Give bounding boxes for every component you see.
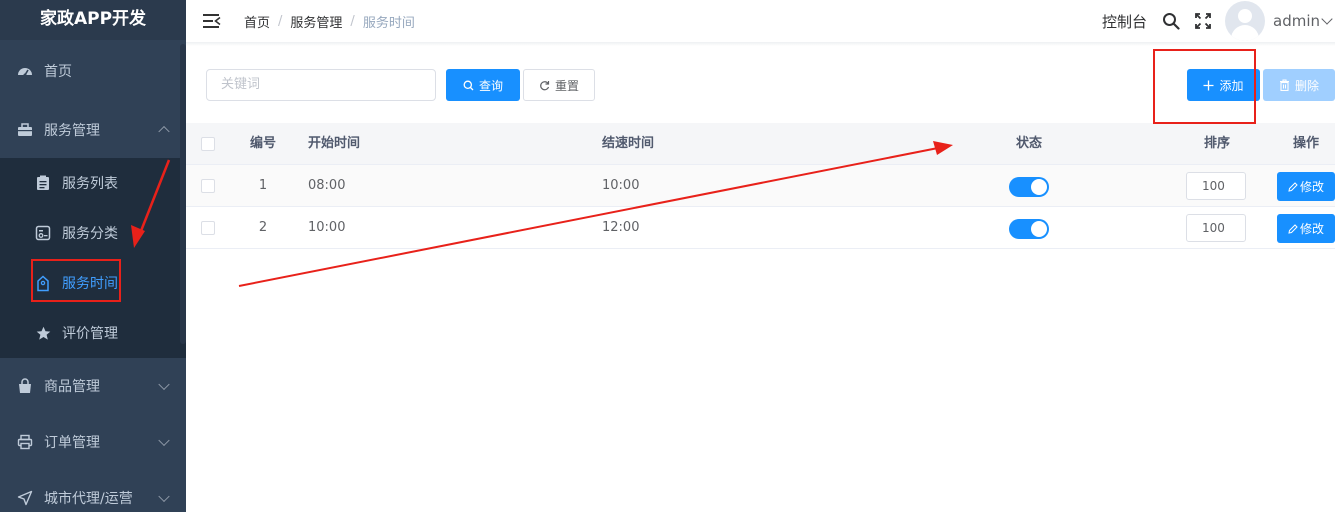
- sidebar-item-label: 城市代理/运营: [44, 491, 133, 507]
- edit-button-label: 修改: [1299, 180, 1324, 194]
- query-button-label: 查询: [478, 78, 503, 93]
- row-id: 1: [258, 178, 268, 193]
- edit-icon: [1288, 181, 1298, 192]
- clipboard-icon: [34, 174, 52, 192]
- column-header-operation: 操作: [1292, 136, 1319, 151]
- delete-button-label: 删除: [1294, 78, 1319, 93]
- select-all-checkbox[interactable]: [201, 137, 215, 151]
- console-link[interactable]: 控制台: [1102, 11, 1147, 32]
- printer-icon: [16, 433, 34, 451]
- breadcrumb-home[interactable]: 首页: [244, 12, 270, 31]
- breadcrumb-separator: /: [350, 13, 355, 29]
- sidebar-item-label: 订单管理: [44, 435, 100, 451]
- status-toggle[interactable]: [1009, 177, 1049, 197]
- column-header-id: 编号: [249, 136, 276, 151]
- sidebar-item-order-management[interactable]: 订单管理: [0, 414, 186, 470]
- column-header-status: 状态: [1015, 136, 1042, 151]
- trash-icon: [1279, 79, 1290, 91]
- top-header: 首页 / 服务管理 / 服务时间 控制台 admin: [186, 0, 1335, 42]
- refresh-icon: [539, 80, 550, 91]
- sort-input[interactable]: 100: [1186, 214, 1246, 242]
- search-icon[interactable]: [1161, 11, 1181, 31]
- sidebar-item-service-category[interactable]: 服务分类: [0, 208, 186, 258]
- chevron-down-icon[interactable]: [1321, 12, 1333, 25]
- avatar[interactable]: [1225, 1, 1265, 41]
- breadcrumb-service-management[interactable]: 服务管理: [290, 12, 342, 31]
- breadcrumb-current: 服务时间: [362, 15, 415, 31]
- row-checkbox[interactable]: [201, 179, 215, 193]
- app-logo: 家政APP开发: [0, 0, 186, 40]
- sidebar-item-product-management[interactable]: 商品管理: [0, 358, 186, 414]
- reset-button[interactable]: 重置: [523, 69, 595, 101]
- row-start-time: 10:00: [308, 220, 346, 235]
- sidebar-item-label: 服务管理: [44, 123, 100, 139]
- row-end-time: 10:00: [602, 178, 640, 193]
- sidebar: 家政APP开发 首页 服务管理 服务列表 服务分类 服务时间 评价管理 商品管理…: [0, 0, 186, 512]
- username[interactable]: admin: [1273, 12, 1320, 30]
- chevron-up-icon: [158, 125, 170, 138]
- sidebar-item-service-list[interactable]: 服务列表: [0, 158, 186, 208]
- query-button[interactable]: 查询: [446, 69, 520, 101]
- status-toggle[interactable]: [1009, 219, 1049, 239]
- sidebar-item-review-management[interactable]: 评价管理: [0, 308, 186, 358]
- sidebar-item-service-management[interactable]: 服务管理: [0, 102, 186, 158]
- header-actions: 控制台 admin: [1102, 0, 1335, 42]
- chevron-down-icon: [158, 490, 170, 503]
- keyword-search-input[interactable]: 关键词: [206, 69, 436, 101]
- header-divider: [186, 42, 1335, 46]
- column-header-end: 结速时间: [602, 136, 655, 151]
- delete-button[interactable]: 删除: [1263, 69, 1335, 101]
- reset-button-label: 重置: [554, 78, 579, 93]
- breadcrumb-separator: /: [278, 13, 283, 29]
- star-icon: [34, 324, 52, 342]
- category-icon: [34, 224, 52, 242]
- table-row: 1 08:00 10:00 100 修改: [186, 165, 1335, 207]
- sidebar-item-label: 首页: [44, 64, 72, 80]
- dashboard-icon: [16, 62, 34, 80]
- annotation-box-add-button: [1153, 49, 1256, 124]
- briefcase-icon: [16, 121, 34, 139]
- chevron-down-icon: [158, 378, 170, 391]
- fullscreen-icon[interactable]: [1193, 11, 1213, 31]
- edit-button[interactable]: 修改: [1277, 214, 1335, 243]
- chevron-down-icon: [158, 434, 170, 447]
- edit-button[interactable]: 修改: [1277, 172, 1335, 201]
- annotation-box-service-time: [31, 259, 121, 302]
- service-time-table: 编号 开始时间 结速时间 状态 排序 操作 1 08:00 10:00 100 …: [186, 123, 1335, 249]
- menu-toggle-icon[interactable]: [203, 14, 221, 28]
- edit-button-label: 修改: [1299, 222, 1324, 236]
- row-checkbox[interactable]: [201, 221, 215, 235]
- send-icon: [16, 489, 34, 507]
- column-header-start: 开始时间: [308, 136, 361, 151]
- search-icon: [463, 80, 474, 91]
- sidebar-item-label: 商品管理: [44, 379, 100, 395]
- shopping-bag-icon: [16, 377, 34, 395]
- edit-icon: [1288, 223, 1298, 234]
- annotation-arrows: [131, 141, 953, 287]
- service-submenu: 服务列表 服务分类 服务时间 评价管理: [0, 158, 186, 358]
- column-header-sort: 排序: [1203, 136, 1230, 151]
- breadcrumb: 首页 / 服务管理 / 服务时间: [244, 12, 415, 31]
- row-start-time: 08:00: [308, 178, 346, 193]
- row-id: 2: [258, 220, 268, 235]
- row-end-time: 12:00: [602, 220, 640, 235]
- sidebar-item-label: 服务列表: [62, 176, 118, 192]
- sidebar-item-label: 服务分类: [62, 226, 118, 242]
- sidebar-item-label: 评价管理: [62, 326, 118, 342]
- sidebar-item-city-agent[interactable]: 城市代理/运营: [0, 470, 186, 512]
- table-header: 编号 开始时间 结速时间 状态 排序 操作: [186, 123, 1335, 165]
- table-row: 2 10:00 12:00 100 修改: [186, 207, 1335, 249]
- sort-input[interactable]: 100: [1186, 172, 1246, 200]
- sidebar-item-home[interactable]: 首页: [0, 40, 186, 102]
